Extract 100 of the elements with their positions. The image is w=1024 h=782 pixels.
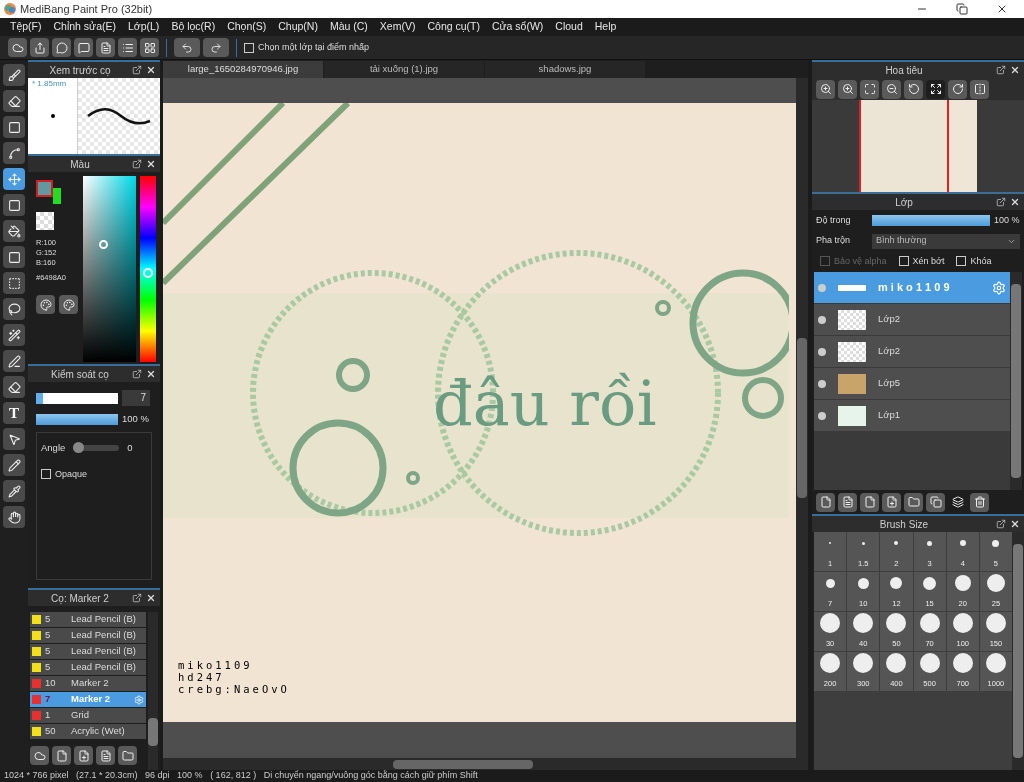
- hue-slider[interactable]: [140, 176, 156, 362]
- fit-screen-icon[interactable]: [860, 79, 879, 99]
- hue-handle[interactable]: [143, 267, 154, 278]
- undo-button[interactable]: [174, 38, 200, 57]
- comment-icon[interactable]: [74, 38, 93, 57]
- size-slider[interactable]: [36, 392, 118, 404]
- layer-row[interactable]: Lớp5: [814, 368, 1010, 399]
- tool-button[interactable]: [3, 142, 25, 164]
- new-file-icon[interactable]: [52, 746, 71, 765]
- brush-list-item[interactable]: 50 Acrylic (Wet): [30, 724, 146, 739]
- menu-item[interactable]: Bộ lọc(R): [165, 19, 222, 35]
- artwork-canvas[interactable]: đâu rồi miko1109 hd247 crebg:NaeOvO: [163, 103, 796, 722]
- popout-icon[interactable]: [132, 159, 142, 169]
- brush-list-item[interactable]: 1 Grid: [30, 708, 146, 723]
- menu-item[interactable]: Chụp(N): [272, 19, 324, 35]
- rotate-right-icon[interactable]: [948, 79, 967, 99]
- redo-button[interactable]: [203, 38, 229, 57]
- scrollbar[interactable]: [1010, 272, 1022, 490]
- text-tool-button[interactable]: T: [3, 402, 25, 424]
- tool-button[interactable]: [3, 64, 25, 86]
- menu-item[interactable]: Cloud: [549, 19, 589, 35]
- scrollbar[interactable]: [148, 612, 158, 770]
- new-layer-icon[interactable]: [816, 492, 835, 512]
- tool-button[interactable]: [3, 454, 25, 476]
- tool-button[interactable]: [3, 480, 25, 502]
- document-tab[interactable]: shadows.jpg: [485, 61, 645, 78]
- grid-icon[interactable]: [140, 38, 159, 57]
- layer-row[interactable]: Lớp2: [814, 304, 1010, 335]
- menu-item[interactable]: Help: [588, 19, 623, 35]
- tool-button[interactable]: [3, 428, 25, 450]
- tool-button[interactable]: [3, 506, 25, 528]
- tool-button[interactable]: [3, 220, 25, 242]
- palette-icon[interactable]: [36, 295, 55, 315]
- layer-row[interactable]: Lớp1: [814, 400, 1010, 431]
- transparent-swatch[interactable]: [36, 212, 54, 230]
- folder-icon[interactable]: [904, 492, 923, 512]
- zoom-in-icon[interactable]: [838, 79, 857, 99]
- share-icon[interactable]: [30, 38, 49, 57]
- cloud-icon[interactable]: [8, 38, 27, 57]
- tool-button[interactable]: [3, 90, 25, 112]
- brush-list-item[interactable]: 5 Lead Pencil (B): [30, 628, 146, 643]
- gear-icon[interactable]: [992, 280, 1006, 295]
- brush-list-item[interactable]: 5 Lead Pencil (B): [30, 644, 146, 659]
- tool-button[interactable]: [3, 194, 25, 216]
- brush-list-item[interactable]: 5 Lead Pencil (B): [30, 660, 146, 675]
- close-icon[interactable]: [996, 3, 1008, 15]
- brush-list-item[interactable]: 7 Marker 2: [30, 692, 146, 707]
- saturation-value-picker[interactable]: [83, 176, 137, 362]
- opacity-slider[interactable]: [36, 413, 118, 425]
- navigator-thumbnail[interactable]: [859, 100, 977, 192]
- brush-list-item[interactable]: 10 Marker 2: [30, 676, 146, 691]
- angle-slider[interactable]: [73, 445, 120, 452]
- tool-button[interactable]: [3, 272, 25, 294]
- tool-button[interactable]: [3, 324, 25, 346]
- size-field[interactable]: 7: [122, 390, 150, 406]
- layer-opacity-slider[interactable]: [872, 215, 990, 227]
- popout-icon[interactable]: [996, 519, 1006, 529]
- close-icon[interactable]: [146, 369, 156, 379]
- zoom-out-icon[interactable]: [882, 79, 901, 99]
- close-icon[interactable]: [146, 593, 156, 603]
- document-icon[interactable]: [96, 38, 115, 57]
- speech-bubble-icon[interactable]: [52, 38, 71, 57]
- brush-list-item[interactable]: 5 Lead Pencil (B): [30, 612, 146, 627]
- horizontal-scrollbar[interactable]: [163, 758, 808, 770]
- popout-icon[interactable]: [132, 593, 142, 603]
- menu-item[interactable]: Lớp(L): [121, 19, 166, 35]
- menu-item[interactable]: Công cụ(T): [421, 19, 486, 35]
- menu-item[interactable]: Xem(V): [373, 19, 422, 35]
- close-icon[interactable]: [146, 65, 156, 75]
- popout-icon[interactable]: [132, 65, 142, 75]
- menu-item[interactable]: Cửa sổ(W): [485, 19, 550, 35]
- list-icon[interactable]: [118, 38, 137, 57]
- close-icon[interactable]: [1010, 65, 1020, 75]
- tool-button[interactable]: [3, 116, 25, 138]
- menu-item[interactable]: Tệp(F): [4, 19, 48, 35]
- vertical-scrollbar[interactable]: [796, 78, 808, 758]
- blend-mode-dropdown[interactable]: Bình thường: [872, 233, 1020, 249]
- add-layer-icon[interactable]: [882, 492, 901, 512]
- restore-icon[interactable]: [956, 3, 968, 15]
- tool-button[interactable]: [3, 376, 25, 398]
- menu-item[interactable]: Màu (C): [323, 19, 374, 35]
- angle-handle[interactable]: [73, 442, 85, 454]
- tool-button[interactable]: [3, 246, 25, 268]
- scrollbar[interactable]: [1012, 532, 1024, 770]
- popout-icon[interactable]: [996, 197, 1006, 207]
- close-icon[interactable]: [146, 159, 156, 169]
- menu-item[interactable]: Chọn(S): [221, 19, 273, 35]
- tool-button[interactable]: [3, 168, 25, 190]
- flip-icon[interactable]: [970, 79, 989, 99]
- document-tab[interactable]: large_1650284970946.jpg: [163, 61, 323, 78]
- folder-icon[interactable]: [118, 746, 137, 765]
- document-tab[interactable]: tải xuống (1).jpg: [324, 61, 484, 78]
- popout-icon[interactable]: [132, 369, 142, 379]
- popout-icon[interactable]: [996, 65, 1006, 75]
- tool-button[interactable]: [3, 298, 25, 320]
- background-color-swatch[interactable]: [53, 188, 61, 204]
- close-icon[interactable]: [1010, 519, 1020, 529]
- layer-row[interactable]: Lớp2: [814, 336, 1010, 367]
- duplicate-icon[interactable]: [926, 492, 945, 512]
- tool-button[interactable]: [3, 350, 25, 372]
